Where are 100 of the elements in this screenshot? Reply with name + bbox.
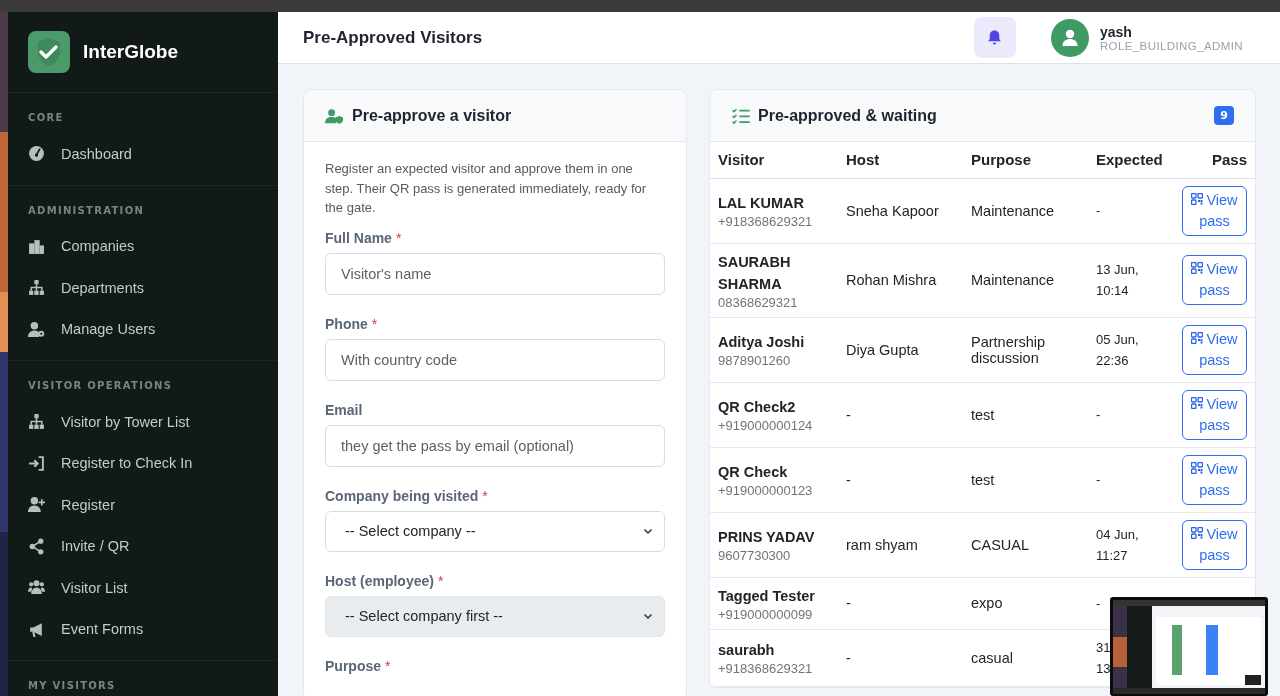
- visitor-phone: +919000000123: [718, 483, 814, 498]
- view-pass-button[interactable]: View pass: [1182, 255, 1247, 305]
- user-shield-icon: [325, 107, 344, 124]
- sidebar-item[interactable]: Visitor List: [8, 567, 278, 609]
- hierarchy-icon: [28, 279, 45, 297]
- qr-code-icon: [1191, 526, 1204, 539]
- card-title: Pre-approved & waiting: [758, 106, 938, 125]
- intro-text: Register an expected visitor and approve them in one step. Their QR pass is generated immediately, ready for the gate.: [325, 160, 648, 217]
- visitor-phone: 9878901260: [718, 353, 792, 368]
- table-cell: Diya Gupta: [838, 317, 963, 382]
- sign-in-icon: [28, 454, 45, 472]
- required-mark: *: [437, 572, 444, 589]
- megaphone-icon: [28, 620, 45, 638]
- table-cell: ram shyam: [838, 512, 963, 577]
- user-role: ROLE_BUILDING_ADMIN: [1099, 39, 1243, 52]
- required-mark: *: [482, 487, 488, 504]
- brand-name: InterGlobe: [83, 41, 178, 63]
- sidebar-item[interactable]: Dashboard: [8, 133, 278, 175]
- sidebar-item[interactable]: Event Forms: [8, 608, 278, 650]
- dropdown[interactable]: -- Select company --: [325, 510, 665, 552]
- table-cell: casual: [963, 629, 1088, 686]
- column-header: Expected: [1088, 142, 1173, 178]
- sidebar-item[interactable]: Register: [8, 484, 278, 526]
- table-cell: Maintenance: [963, 178, 1088, 243]
- hierarchy-icon: [28, 413, 45, 431]
- input-field[interactable]: With country code: [325, 338, 665, 381]
- visitor-name: Aditya Joshi: [718, 333, 806, 352]
- input-field[interactable]: they get the pass by email (optional): [325, 424, 665, 467]
- checklist-icon: [731, 107, 750, 124]
- table-cell: -: [838, 577, 963, 629]
- table-cell: expo: [963, 577, 1088, 629]
- field-label: Phone: [325, 315, 368, 332]
- field-label: Host (employee): [325, 572, 434, 589]
- visitor-name: LAL KUMAR: [718, 194, 805, 213]
- visitor-name: QR Check: [718, 463, 789, 482]
- field-label: Company being visited: [325, 487, 479, 504]
- visitor-name: saurabh: [718, 641, 776, 660]
- column-header: Purpose: [963, 142, 1088, 178]
- view-pass-button[interactable]: View pass: [1182, 389, 1247, 440]
- sidebar-item[interactable]: Manage Users: [8, 308, 278, 350]
- column-header: Visitor: [710, 142, 838, 178]
- view-pass-button[interactable]: View pass: [1182, 185, 1247, 236]
- table-cell: -: [838, 382, 963, 447]
- table-cell: Rohan Mishra: [838, 243, 963, 317]
- field-label: Full Name: [325, 229, 392, 246]
- section-heading: ADMINISTRATION: [27, 204, 146, 216]
- sidebar-item[interactable]: Invite / QR: [8, 525, 278, 567]
- shield-check-logo: [28, 31, 70, 73]
- required-mark: *: [385, 657, 391, 674]
- visitor-name: PRINS YADAV: [718, 528, 816, 547]
- visitor-name: QR Check2: [718, 398, 797, 417]
- user-plus-icon: [28, 496, 45, 514]
- share-icon: [28, 537, 45, 555]
- table-cell: Maintenance: [963, 243, 1088, 317]
- section-heading: VISITOR OPERATIONS: [27, 380, 174, 391]
- gauge-icon: [28, 145, 45, 163]
- table-cell: 13 Jun, 10:14: [1088, 243, 1173, 317]
- table-cell: -: [1088, 447, 1173, 512]
- column-header: Pass: [1172, 142, 1255, 178]
- count-badge: 9: [1214, 106, 1234, 125]
- sidebar-item[interactable]: Companies: [8, 225, 278, 267]
- required-mark: *: [395, 229, 402, 246]
- qr-code-icon: [1191, 461, 1204, 474]
- sidebar-item[interactable]: Register to Check In: [8, 442, 278, 484]
- visitor-phone: +919000000124: [718, 418, 814, 433]
- table-cell: 04 Jun, 11:27: [1088, 512, 1173, 577]
- visitor-name: Tagged Tester: [718, 586, 816, 606]
- visitor-phone: 9607730300: [718, 548, 792, 563]
- notifications-button[interactable]: [973, 17, 1016, 58]
- visitor-name: SAURABH SHARMA: [718, 252, 792, 294]
- qr-code-icon: [1191, 396, 1204, 409]
- table-cell: -: [838, 447, 963, 512]
- table-cell: -: [1088, 382, 1173, 447]
- column-header: Host: [838, 142, 963, 178]
- users-icon: [28, 579, 45, 597]
- table-cell: -: [838, 629, 963, 686]
- visitor-phone: 08368629321: [718, 294, 799, 310]
- card-title: Pre-approve a visitor: [352, 106, 513, 125]
- buildings-icon: [28, 237, 45, 255]
- visitor-phone: +918368629321: [718, 661, 814, 676]
- section-heading: CORE: [27, 112, 65, 123]
- visitor-phone: +919000000099: [718, 606, 814, 622]
- sidebar-item[interactable]: Departments: [8, 267, 278, 309]
- view-pass-button[interactable]: View pass: [1182, 454, 1247, 505]
- table-cell: Sneha Kapoor: [838, 178, 963, 243]
- sidebar-item[interactable]: Visitor by Tower List: [8, 401, 278, 443]
- view-pass-button[interactable]: View pass: [1182, 519, 1247, 570]
- table-cell: -: [1088, 178, 1173, 243]
- input-field[interactable]: Visitor's name: [325, 252, 665, 295]
- table-cell: CASUAL: [963, 512, 1088, 577]
- table-cell: test: [963, 447, 1088, 512]
- table-cell: test: [963, 382, 1088, 447]
- table-cell: 05 Jun, 22:36: [1088, 317, 1173, 382]
- view-pass-button[interactable]: View pass: [1182, 324, 1247, 375]
- qr-code-icon: [1191, 192, 1204, 205]
- field-label: Email: [325, 401, 363, 418]
- required-mark: *: [371, 315, 378, 332]
- qr-code-icon: [1191, 262, 1204, 274]
- field-label: Purpose: [325, 657, 381, 674]
- avatar-icon: [1050, 18, 1089, 57]
